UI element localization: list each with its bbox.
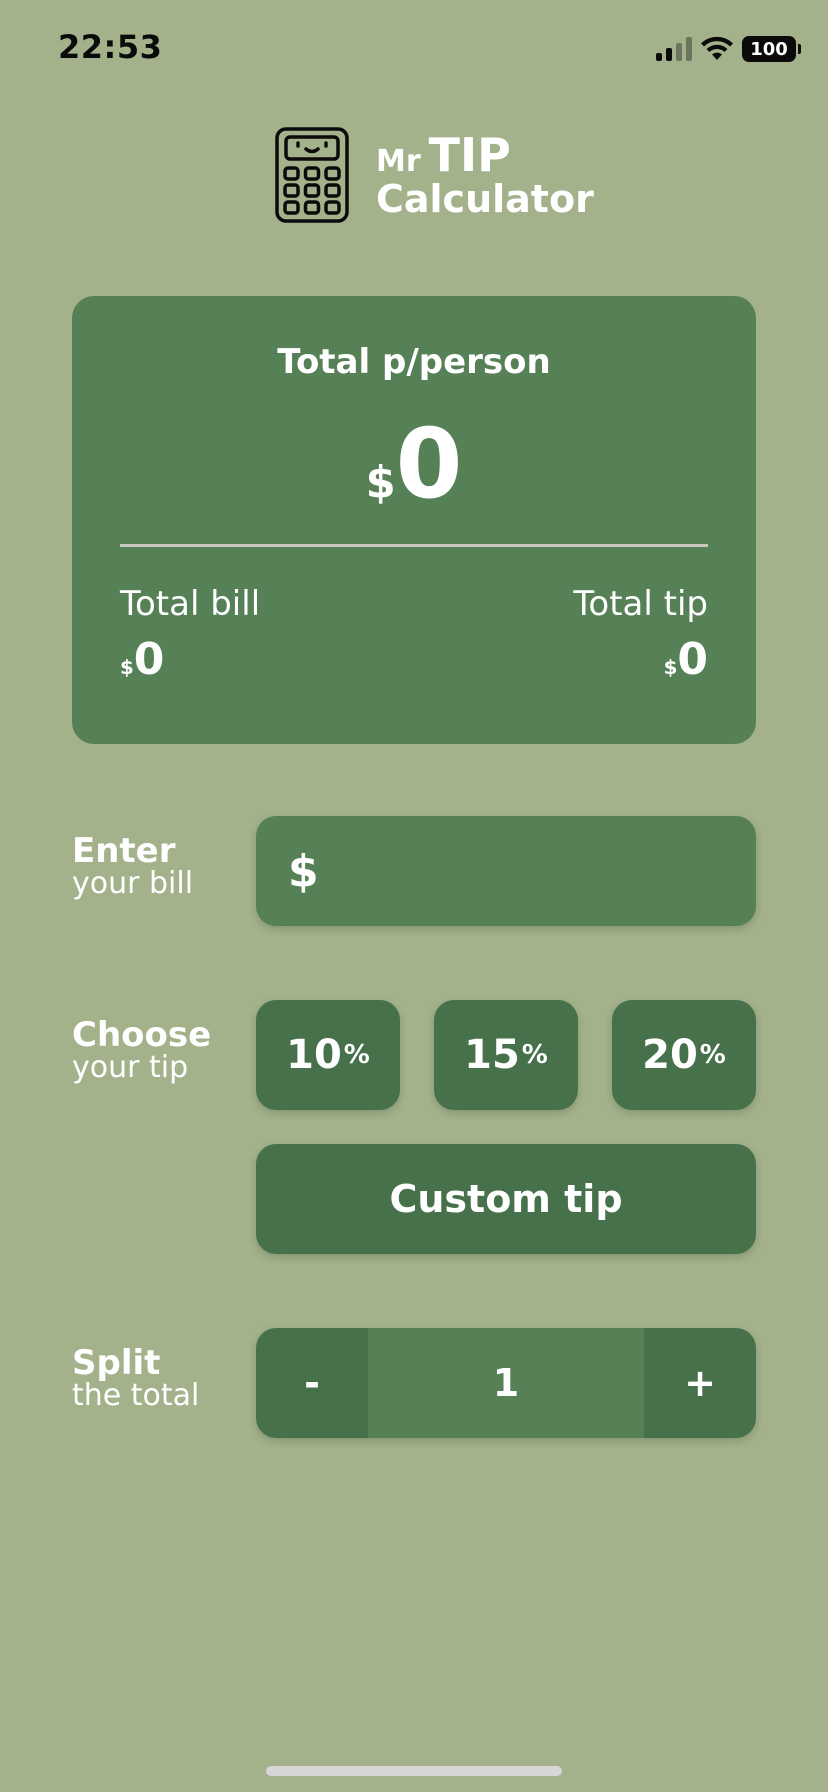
status-time: 22:53: [58, 28, 163, 66]
bill-section-label: Enter your bill: [72, 834, 193, 899]
cellular-signal-icon: [656, 37, 692, 61]
split-increment-button[interactable]: +: [644, 1328, 756, 1438]
currency-symbol: $: [663, 656, 678, 679]
total-tip-label: Total tip: [573, 584, 708, 624]
summary-card: Total p/person $ 0 Total bill Total tip …: [72, 296, 756, 744]
tip-15-unit: %: [521, 1040, 548, 1070]
split-stepper: - 1 +: [256, 1328, 756, 1438]
tip-section-label: Choose your tip: [72, 1018, 211, 1083]
total-bill-value: 0: [133, 634, 165, 685]
currency-symbol: $: [365, 458, 396, 508]
bill-title: Enter: [72, 831, 176, 871]
bill-subtitle: your bill: [72, 866, 194, 901]
split-decrement-button[interactable]: -: [256, 1328, 368, 1438]
tip-10-unit: %: [343, 1040, 370, 1070]
per-person-heading: Total p/person: [277, 342, 551, 382]
battery-icon: 100: [742, 36, 801, 62]
bill-currency-symbol: $: [288, 845, 319, 897]
battery-level: 100: [750, 38, 788, 60]
tip-15-value: 15: [464, 1032, 520, 1078]
bill-input-container[interactable]: $: [256, 816, 828, 926]
tip-20-unit: %: [699, 1040, 726, 1070]
tip-20-value: 20: [642, 1032, 698, 1078]
tip-subtitle: your tip: [72, 1050, 189, 1085]
app-title: Mr TIP Calculator: [376, 132, 594, 218]
bill-input[interactable]: [328, 816, 828, 926]
total-tip-amount: $ 0: [664, 634, 708, 685]
tip-title: Choose: [72, 1015, 212, 1055]
logo-subtitle: Calculator: [376, 177, 594, 221]
calculator-icon: [275, 127, 349, 223]
custom-tip-button[interactable]: Custom tip: [256, 1144, 756, 1254]
split-section-label: Split the total: [72, 1346, 199, 1411]
split-subtitle: the total: [72, 1378, 200, 1413]
tip-15-button[interactable]: 15%: [434, 1000, 578, 1110]
status-indicators: 100: [656, 34, 801, 64]
logo-highlight: TIP: [428, 128, 511, 182]
tip-20-button[interactable]: 20%: [612, 1000, 756, 1110]
split-count: 1: [368, 1328, 644, 1438]
total-tip-value: 0: [677, 634, 708, 685]
per-person-value: 0: [395, 408, 463, 520]
total-bill-amount: $ 0: [120, 634, 164, 685]
summary-divider: [120, 544, 708, 547]
wifi-icon: [701, 36, 733, 60]
per-person-amount: $ 0: [72, 408, 756, 520]
split-title: Split: [72, 1343, 161, 1383]
logo-prefix: Mr: [376, 144, 421, 179]
tip-10-button[interactable]: 10%: [256, 1000, 400, 1110]
home-indicator[interactable]: [266, 1766, 562, 1776]
tip-10-value: 10: [286, 1032, 342, 1078]
total-bill-label: Total bill: [120, 584, 261, 624]
app-logo: Mr TIP Calculator: [274, 126, 594, 224]
currency-symbol: $: [120, 656, 134, 679]
